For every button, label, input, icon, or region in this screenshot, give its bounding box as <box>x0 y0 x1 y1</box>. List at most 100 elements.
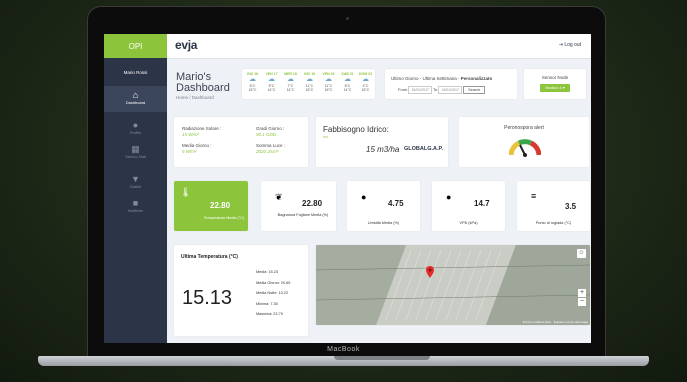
cloud-icon: ☁ <box>362 76 369 83</box>
temp-stat: Media Notte: 10.22 <box>256 291 289 295</box>
sidebar-item-notifiche[interactable]: ■ Notifiche <box>104 198 167 213</box>
temp-stat: Media Giorno: 20.65 <box>256 280 291 285</box>
sensor-select[interactable]: Modulo 4 ▾ <box>540 84 570 92</box>
cloud-icon: ☁ <box>287 76 294 83</box>
peronospora-title: Peronospora alert <box>504 125 544 131</box>
page-title-line2: Dashboard <box>176 82 230 94</box>
camera-icon <box>346 17 349 20</box>
user-icon: ● <box>132 120 139 130</box>
filter-icon: ▼ <box>131 174 140 184</box>
period-label: Ultimo Giorno - Ultima Settimana - Perso… <box>391 76 493 81</box>
water-value: 15 m3/ha <box>366 145 400 154</box>
sidebar-item-label: Profilo <box>129 130 142 135</box>
water-need-card: Fabbisogno Idrico: ieri 15 m3/ha GLOBALG… <box>316 117 448 167</box>
device-label: MacBook <box>327 346 360 353</box>
calendar-icon: ▦ <box>131 144 140 154</box>
temp-stat: Media: 15.23 <box>256 270 278 274</box>
map-footer[interactable]: Termini e condizioni d'uso Segnala un er… <box>522 321 588 324</box>
forecast-day: GIO 19 ☁ 11°C 15°C <box>300 72 319 92</box>
laptop-base <box>0 356 687 382</box>
breadcrumb: Home / Dashboard <box>176 95 214 100</box>
fog-icon: ≡ <box>531 191 537 201</box>
search-button[interactable]: Search <box>463 86 486 94</box>
forecast-day: GIO 16 ☁ 6°C 15°C <box>243 72 262 92</box>
forecast-day: MER 18 ☁ 7°C 14°C <box>281 72 300 92</box>
cloud-icon: ☁ <box>268 76 275 83</box>
gradi-value: 90.1 GDD <box>256 132 277 137</box>
kpi-label: Bagnatura Fogliare Media (%) <box>277 213 329 217</box>
date-range: From 15/01/2017 To 19/01/2017 Search <box>398 86 486 94</box>
map-pin-icon[interactable] <box>426 266 434 278</box>
kpi-label: Punto di rugiada (°C) <box>535 221 572 225</box>
globalgap-logo: GLOBALG.A.P. <box>404 146 444 152</box>
kpi-humidity: ● 4.75 Umidità Media (%) <box>347 181 420 231</box>
drop-icon: ● <box>361 192 367 202</box>
temp-stats: Media: 15.23 Media Giorno: 20.65 Media N… <box>256 267 290 320</box>
sensor-label: Sensor Node <box>541 75 569 80</box>
temp-stat: Minima: 7.35 <box>256 301 278 306</box>
app-logo[interactable]: OPI <box>104 34 167 58</box>
period-selector: Ultimo Giorno - Ultima Settimana - Perso… <box>385 69 517 99</box>
last-temperature-card: Ultima Temperatura (°C) 15.13 Media: 15.… <box>174 245 308 336</box>
radiation-card: Radiazione Solare : 15 W/m² Media Giorno… <box>174 117 308 167</box>
map-image <box>316 245 590 325</box>
street-view-icon[interactable]: ☺ <box>577 249 586 258</box>
kpi-leaf-wetness: ❦ 22.80 Bagnatura Fogliare Media (%) <box>261 181 336 231</box>
luce-label: Somma Luce : <box>256 143 286 148</box>
brand-logo[interactable]: evja <box>175 38 197 52</box>
kpi-value: 4.75 <box>388 199 404 208</box>
rad-value: 15 W/m² <box>182 132 200 137</box>
kpi-value: 3.5 <box>565 202 577 211</box>
app-screen: OPI Mario Rossi ⌂ Dashboard ● Profilo ▦ … <box>104 34 591 343</box>
satellite-map[interactable]: ☺ + − Termini e condizioni d'uso Segnala… <box>316 245 590 325</box>
chevron-down-icon: ▾ <box>562 85 565 90</box>
laptop-notch <box>334 356 430 360</box>
kpi-label: Umidità Media (%) <box>367 221 400 225</box>
logout-button[interactable]: ⇥ Log out <box>559 42 581 48</box>
kpi-vpd: ● 14.7 VPD (kPa) <box>432 181 505 231</box>
kpi-dew-point: ≡ 3.5 Punto di rugiada (°C) <box>517 181 590 231</box>
drops-icon: ● <box>446 192 452 202</box>
sidebar-item-grafici[interactable]: ▼ Grafici <box>104 174 167 189</box>
logout-label: Log out <box>564 42 581 48</box>
sidebar-item-label: Notifiche <box>127 208 144 213</box>
sidebar-item-label: Grafici <box>129 184 142 189</box>
forecast-day: VEN 20 ☁ 11°C 18°C <box>319 72 338 92</box>
water-title: Fabbisogno Idrico: <box>323 125 389 134</box>
rad-label: Radiazione Solare : <box>182 126 222 131</box>
sidebar: OPI Mario Rossi ⌂ Dashboard ● Profilo ▦ … <box>104 34 167 343</box>
forecast-day: DOM 22 ☁ 4°C 15°C <box>356 72 375 92</box>
home-icon: ⌂ <box>132 90 139 100</box>
page-title: Mario's Dashboard <box>176 72 230 94</box>
media-label: Media Giorno : <box>182 143 212 148</box>
cloud-icon: ☁ <box>306 76 313 83</box>
kpi-value: 14.7 <box>474 199 490 208</box>
cloud-icon: ☁ <box>344 76 351 83</box>
forecast-day: SAB 21 ☁ 8°C 14°C <box>338 72 357 92</box>
sidebar-item-dashboard[interactable]: ⌂ Dashboard <box>104 86 167 112</box>
from-date-input[interactable]: 15/01/2017 <box>408 86 432 94</box>
water-sub: ieri <box>323 135 328 139</box>
peronospora-card: Peronospora alert <box>459 117 589 167</box>
sidebar-item-label: Storico Dati <box>125 154 146 159</box>
sidebar-item-profilo[interactable]: ● Profilo <box>104 120 167 135</box>
sensor-node: Sensor Node Modulo 4 ▾ <box>524 69 586 99</box>
media-value: 5 W/m² <box>182 149 197 154</box>
forecast-day: VEN 17 ☁ 5°C 14°C <box>262 72 281 92</box>
leaf-icon: ❦ <box>275 192 283 202</box>
luce-value: 2020 J/cm² <box>256 149 279 154</box>
kpi-temperature: 🌡 22.80 Temperatura Media (°C) <box>174 181 248 231</box>
cloud-icon: ☁ <box>249 76 256 83</box>
to-date-input[interactable]: 19/01/2017 <box>438 86 462 94</box>
last-temp-value: 15.13 <box>182 287 233 309</box>
user-name: Mario Rossi <box>123 70 148 75</box>
kpi-value: 22.80 <box>210 201 231 210</box>
sidebar-item-storico-dati[interactable]: ▦ Storico Dati <box>104 144 167 159</box>
gauge-icon <box>509 139 541 157</box>
weather-forecast: GIO 16 ☁ 6°C 15°C VEN 17 ☁ 5°C 14°C MER 18 ☁ 7°C… <box>242 69 375 99</box>
zoom-out-button[interactable]: − <box>578 298 586 306</box>
gradi-label: Gradi Giorno : <box>256 126 285 131</box>
kpi-label: Temperatura Media (°C) <box>203 216 245 220</box>
zoom-in-button[interactable]: + <box>578 289 586 297</box>
thermometer-icon: 🌡 <box>180 187 192 197</box>
